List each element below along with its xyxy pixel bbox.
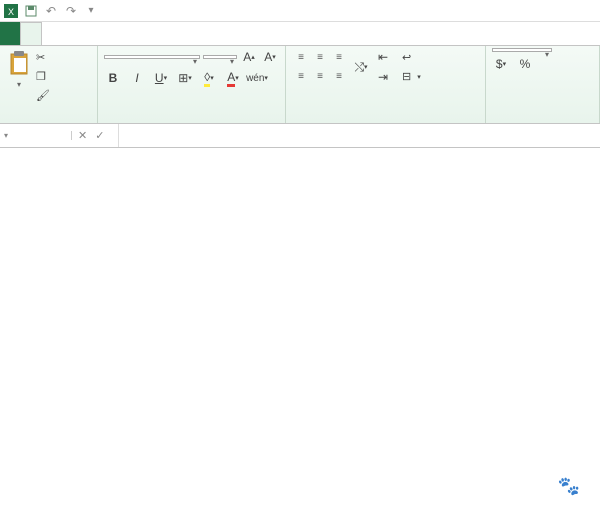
excel-icon: X — [4, 4, 18, 18]
formula-input[interactable] — [118, 124, 600, 147]
font-color-button[interactable]: A▾ — [224, 69, 242, 87]
phonetic-button[interactable]: wén▾ — [248, 69, 266, 87]
merge-center-button[interactable]: ⊟▾ — [402, 68, 421, 86]
name-box[interactable] — [0, 131, 72, 140]
ribbon: ▾ ✂ ❐ 🖌 A▴ A▾ B I U▾ ⊞▾ ◊▾ A▾ — [0, 46, 600, 124]
wrap-icon: ↩ — [402, 51, 411, 64]
paste-button[interactable]: ▾ — [6, 48, 32, 91]
merge-icon: ⊟ — [402, 70, 411, 83]
tab-formula[interactable] — [82, 22, 102, 45]
group-align: ≡ ≡ ≡ ≡ ≡ ≡ ⤭▾ ⇤ ⇥ ↩ ⊟▾ — [286, 46, 486, 123]
svg-text:X: X — [8, 7, 14, 17]
redo-icon[interactable]: ↷ — [64, 4, 78, 18]
grow-font-button[interactable]: A▴ — [240, 48, 258, 66]
scissors-icon: ✂ — [36, 51, 45, 64]
group-clipboard: ▾ ✂ ❐ 🖌 — [0, 46, 98, 123]
align-right-button[interactable]: ≡ — [330, 68, 348, 86]
tab-review[interactable] — [122, 22, 142, 45]
title-bar: X ↶ ↷ ▾ — [0, 0, 600, 22]
tab-insert[interactable] — [42, 22, 62, 45]
ribbon-tabs — [0, 22, 600, 46]
qat-dropdown-icon[interactable]: ▾ — [84, 4, 98, 18]
tab-layout[interactable] — [62, 22, 82, 45]
copy-icon: ❐ — [36, 70, 46, 83]
align-left-button[interactable]: ≡ — [292, 68, 310, 86]
undo-icon[interactable]: ↶ — [44, 4, 58, 18]
fx-cancel-icon[interactable]: ✕ — [78, 129, 87, 142]
decrease-indent-button[interactable]: ⇤ — [374, 48, 392, 66]
tab-data[interactable] — [102, 22, 122, 45]
fx-confirm-icon[interactable]: ✓ — [95, 129, 104, 142]
group-number: $▾ % — [486, 46, 600, 123]
tab-file[interactable] — [0, 22, 20, 45]
align-top-button[interactable]: ≡ — [292, 49, 310, 67]
format-painter-button[interactable]: 🖌 — [36, 86, 53, 104]
align-middle-button[interactable]: ≡ — [311, 49, 329, 67]
font-size-combo[interactable] — [203, 55, 237, 59]
paw-icon: 🐾 — [558, 476, 580, 497]
italic-button[interactable]: I — [128, 69, 146, 87]
font-name-combo[interactable] — [104, 55, 200, 59]
number-format-combo[interactable] — [492, 48, 552, 52]
orientation-button[interactable]: ⤭▾ — [352, 58, 370, 76]
group-font: A▴ A▾ B I U▾ ⊞▾ ◊▾ A▾ wén▾ — [98, 46, 286, 123]
currency-button[interactable]: $▾ — [492, 55, 510, 73]
copy-button[interactable]: ❐ — [36, 67, 53, 85]
align-center-button[interactable]: ≡ — [311, 68, 329, 86]
tab-view[interactable] — [142, 22, 162, 45]
wrap-text-button[interactable]: ↩ — [402, 49, 421, 67]
clipboard-icon — [8, 50, 30, 76]
percent-button[interactable]: % — [516, 55, 534, 73]
cut-button[interactable]: ✂ — [36, 48, 53, 66]
fill-color-button[interactable]: ◊▾ — [200, 69, 218, 87]
watermark: 🐾 — [558, 476, 588, 497]
increase-indent-button[interactable]: ⇥ — [374, 68, 392, 86]
bold-button[interactable]: B — [104, 69, 122, 87]
tab-autodesk[interactable] — [162, 22, 182, 45]
save-icon[interactable] — [24, 4, 38, 18]
chevron-down-icon: ▾ — [17, 80, 21, 89]
underline-button[interactable]: U▾ — [152, 69, 170, 87]
shrink-font-button[interactable]: A▾ — [261, 48, 279, 66]
border-button[interactable]: ⊞▾ — [176, 69, 194, 87]
formula-bar: ✕ ✓ — [0, 124, 600, 148]
align-bottom-button[interactable]: ≡ — [330, 49, 348, 67]
tab-home[interactable] — [20, 22, 42, 45]
align-grid: ≡ ≡ ≡ ≡ ≡ ≡ — [292, 49, 348, 86]
brush-icon: 🖌 — [36, 89, 50, 102]
